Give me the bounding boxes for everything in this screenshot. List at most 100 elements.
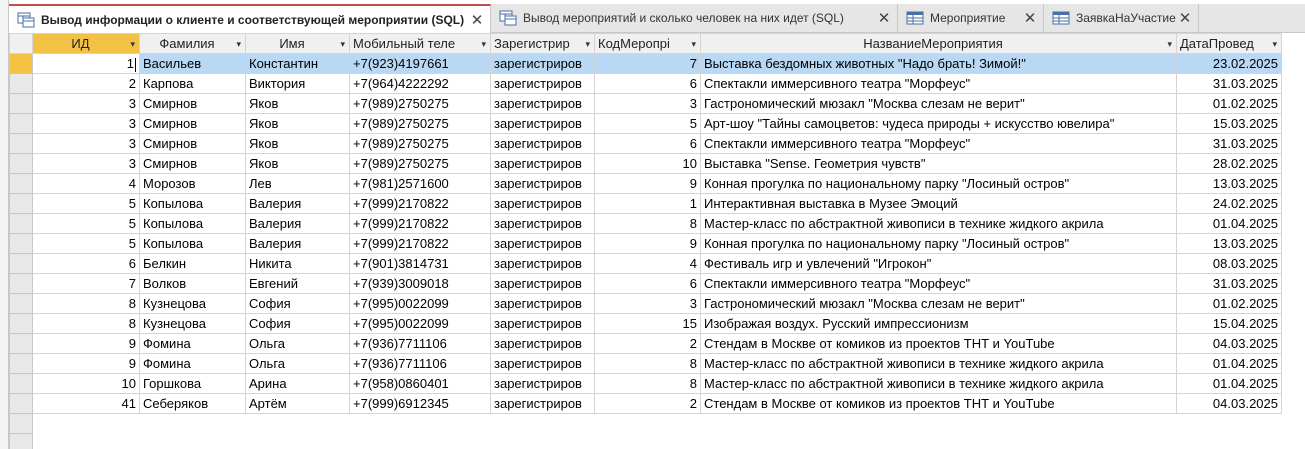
cell-name[interactable]: Арина: [245, 373, 350, 394]
cell-registered[interactable]: зарегистриров: [490, 53, 595, 74]
cell-id[interactable]: 1: [32, 53, 140, 74]
cell-phone[interactable]: +7(999)2170822: [349, 233, 491, 254]
record-selector[interactable]: [9, 253, 33, 274]
cell-date[interactable]: 28.02.2025: [1176, 153, 1282, 174]
cell-registered[interactable]: зарегистриров: [490, 213, 595, 234]
cell-event-code[interactable]: 3: [594, 93, 701, 114]
cell-phone[interactable]: +7(989)2750275: [349, 153, 491, 174]
cell-registered[interactable]: зарегистриров: [490, 173, 595, 194]
cell-date[interactable]: 15.04.2025: [1176, 313, 1282, 334]
dropdown-arrow-icon[interactable]: ▾: [1272, 35, 1277, 53]
record-selector[interactable]: [9, 313, 33, 334]
cell-date[interactable]: 01.02.2025: [1176, 293, 1282, 314]
cell-name[interactable]: Валерия: [245, 193, 350, 214]
cell-registered[interactable]: зарегистриров: [490, 253, 595, 274]
cell-date[interactable]: 04.03.2025: [1176, 333, 1282, 354]
cell-name[interactable]: Яков: [245, 93, 350, 114]
tab-client-event-query[interactable]: Вывод информации о клиенте и соответству…: [9, 4, 491, 33]
table-row[interactable]: 9 Фомина Ольга +7(936)7711106 зарегистриров 8…: [9, 353, 1282, 374]
column-header-surname[interactable]: Фамилия ▾: [139, 33, 246, 54]
cell-id[interactable]: 6: [32, 253, 140, 274]
table-row[interactable]: 8 Кузнецова София +7(995)0022099 зарегистрир…: [9, 293, 1282, 314]
table-row[interactable]: 3 Смирнов Яков +7(989)2750275 зарегистриров 5…: [9, 113, 1282, 134]
cell-registered[interactable]: зарегистриров: [490, 393, 595, 414]
cell-id[interactable]: 4: [32, 173, 140, 194]
cell-event-code[interactable]: 4: [594, 253, 701, 274]
cell-event-code[interactable]: 9: [594, 233, 701, 254]
cell-event-code[interactable]: 2: [594, 333, 701, 354]
cell-id[interactable]: 2: [32, 73, 140, 94]
cell-event-name[interactable]: Мастер-класс по абстрактной живописи в т…: [700, 353, 1177, 374]
record-selector[interactable]: [9, 353, 33, 374]
cell-surname[interactable]: Кузнецова: [139, 293, 246, 314]
cell-phone[interactable]: +7(989)2750275: [349, 133, 491, 154]
cell-name[interactable]: Яков: [245, 133, 350, 154]
cell-phone[interactable]: +7(999)2170822: [349, 193, 491, 214]
cell-event-name[interactable]: Спектакли иммерсивного театра "Морфеус": [700, 273, 1177, 294]
cell-registered[interactable]: зарегистриров: [490, 313, 595, 334]
column-header-id[interactable]: ИД ▾: [32, 33, 140, 54]
cell-id[interactable]: 3: [32, 93, 140, 114]
dropdown-arrow-icon[interactable]: ▾: [691, 35, 696, 53]
cell-registered[interactable]: зарегистриров: [490, 193, 595, 214]
cell-date[interactable]: 08.03.2025: [1176, 253, 1282, 274]
cell-event-name[interactable]: Конная прогулка по национальному парку "…: [700, 233, 1177, 254]
column-header-phone[interactable]: Мобильный теле ▾: [349, 33, 491, 54]
table-row[interactable]: 2 Карпова Виктория +7(964)4222292 зарегистри…: [9, 73, 1282, 94]
cell-surname[interactable]: Волков: [139, 273, 246, 294]
cell-phone[interactable]: +7(936)7711106: [349, 333, 491, 354]
cell-surname[interactable]: Кузнецова: [139, 313, 246, 334]
cell-id[interactable]: 5: [32, 193, 140, 214]
cell-name[interactable]: Ольга: [245, 353, 350, 374]
cell-event-name[interactable]: Выставка бездомных животных "Надо брать!…: [700, 53, 1177, 74]
cell-registered[interactable]: зарегистриров: [490, 273, 595, 294]
cell-name[interactable]: Лев: [245, 173, 350, 194]
cell-phone[interactable]: +7(964)4222292: [349, 73, 491, 94]
cell-date[interactable]: 01.02.2025: [1176, 93, 1282, 114]
record-selector[interactable]: [9, 293, 33, 314]
cell-event-name[interactable]: Гастрономический мюзакл "Москва слезам н…: [700, 293, 1177, 314]
record-selector[interactable]: [9, 213, 33, 234]
cell-event-name[interactable]: Мастер-класс по абстрактной живописи в т…: [700, 213, 1177, 234]
tab-event-table[interactable]: Мероприятие ✕: [898, 4, 1044, 32]
table-row[interactable]: 5 Копылова Валерия +7(999)2170822 зарегистри…: [9, 213, 1282, 234]
cell-event-name[interactable]: Стендам в Москве от комиков из проектов …: [700, 333, 1177, 354]
cell-date[interactable]: 31.03.2025: [1176, 273, 1282, 294]
column-header-date[interactable]: ДатаПровед ▾: [1176, 33, 1282, 54]
cell-event-name[interactable]: Спектакли иммерсивного театра "Морфеус": [700, 73, 1177, 94]
cell-name[interactable]: Константин: [245, 53, 350, 74]
table-row[interactable]: 41 Себеряков Артём +7(999)6912345 зарегистри…: [9, 393, 1282, 414]
table-row[interactable]: 3 Смирнов Яков +7(989)2750275 зарегистриров 1…: [9, 153, 1282, 174]
cell-registered[interactable]: зарегистриров: [490, 73, 595, 94]
table-row[interactable]: 5 Копылова Валерия +7(999)2170822 зарегистри…: [9, 193, 1282, 214]
cell-surname[interactable]: Себеряков: [139, 393, 246, 414]
cell-name[interactable]: София: [245, 313, 350, 334]
record-selector[interactable]: [9, 93, 33, 114]
cell-event-name[interactable]: Фестиваль игр и увлечений "Игрокон": [700, 253, 1177, 274]
cell-event-code[interactable]: 9: [594, 173, 701, 194]
close-icon[interactable]: ✕: [1178, 9, 1192, 27]
cell-id[interactable]: 10: [32, 373, 140, 394]
dropdown-arrow-icon[interactable]: ▾: [236, 35, 241, 53]
cell-date[interactable]: 15.03.2025: [1176, 113, 1282, 134]
column-header-registered[interactable]: Зарегистрир ▾: [490, 33, 595, 54]
cell-id[interactable]: 8: [32, 313, 140, 334]
cell-registered[interactable]: зарегистриров: [490, 333, 595, 354]
cell-event-code[interactable]: 6: [594, 133, 701, 154]
table-row[interactable]: 10 Горшкова Арина +7(958)0860401 зарегистрир…: [9, 373, 1282, 394]
cell-registered[interactable]: зарегистриров: [490, 373, 595, 394]
cell-event-code[interactable]: 1: [594, 193, 701, 214]
cell-id[interactable]: 41: [32, 393, 140, 414]
cell-phone[interactable]: +7(901)3814731: [349, 253, 491, 274]
cell-name[interactable]: Евгений: [245, 273, 350, 294]
dropdown-arrow-icon[interactable]: ▾: [130, 35, 135, 53]
cell-registered[interactable]: зарегистриров: [490, 233, 595, 254]
table-row[interactable]: 6 Белкин Никита +7(901)3814731 зарегистриров…: [9, 253, 1282, 274]
cell-event-code[interactable]: 6: [594, 273, 701, 294]
cell-surname[interactable]: Васильев: [139, 53, 246, 74]
record-selector[interactable]: [9, 173, 33, 194]
table-row[interactable]: 8 Кузнецова София +7(995)0022099 зарегистрир…: [9, 313, 1282, 334]
cell-phone[interactable]: +7(989)2750275: [349, 113, 491, 134]
dropdown-arrow-icon[interactable]: ▾: [585, 35, 590, 53]
cell-surname[interactable]: Горшкова: [139, 373, 246, 394]
